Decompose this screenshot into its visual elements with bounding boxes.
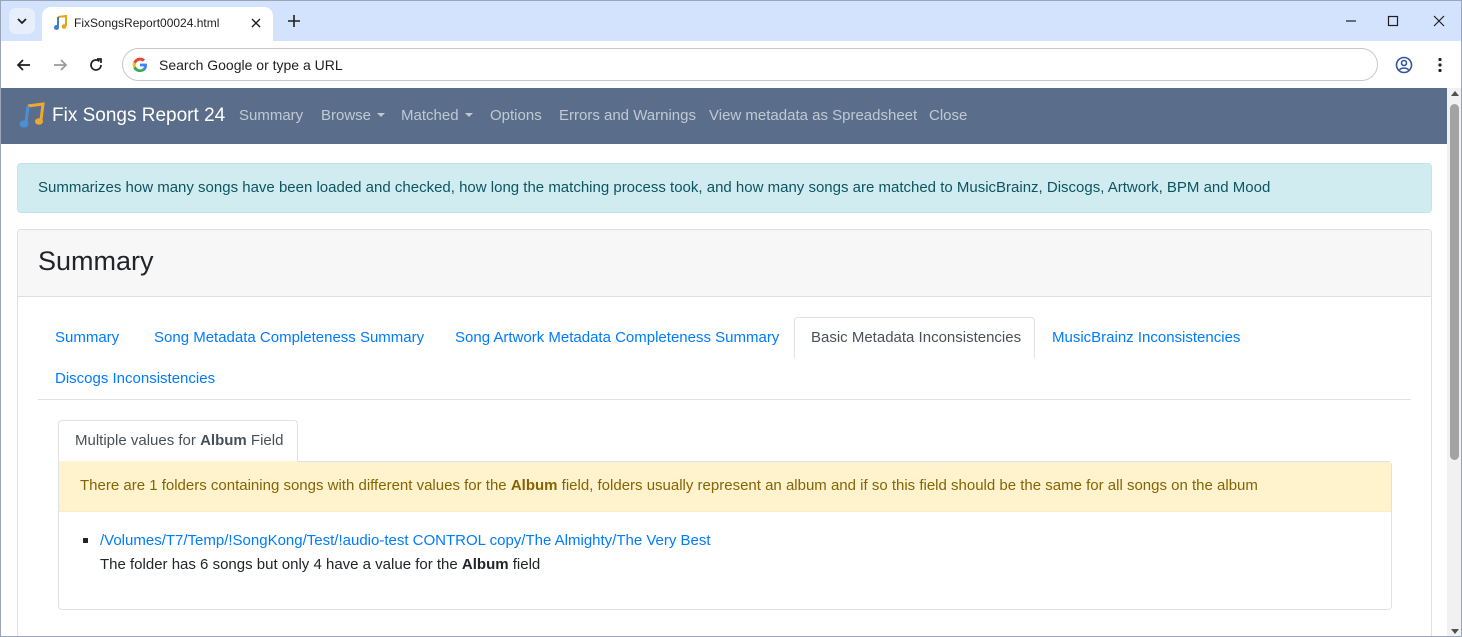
google-icon: [132, 57, 147, 72]
warning-field: Album: [510, 477, 558, 494]
scroll-up-arrow-icon[interactable]: [1451, 91, 1459, 96]
summary-card: Summary Summary Song Metadata Completene…: [17, 229, 1432, 636]
tab-summary[interactable]: Summary: [55, 328, 119, 348]
music-note-icon: [54, 15, 67, 30]
tab-artwork-metadata-completeness[interactable]: Song Artwork Metadata Completeness Summa…: [455, 328, 779, 348]
scroll-down-arrow-icon[interactable]: [1451, 629, 1459, 634]
folder-description: The folder has 6 songs but only 4 have a…: [100, 553, 711, 577]
folder-desc-field: Album: [461, 556, 509, 573]
inner-tab-prefix: Multiple values for: [75, 432, 201, 449]
tab-strip: FixSongsReport00024.html: [1, 1, 1461, 41]
minimize-icon: [1346, 20, 1356, 22]
page-viewport: Fix Songs Report 24 Summary Browse Match…: [1, 88, 1447, 636]
inner-tab-label: Multiple values for Album Field: [75, 432, 283, 449]
brand[interactable]: Fix Songs Report 24: [18, 102, 225, 130]
bullet-icon: [83, 538, 88, 543]
browser-menu-button[interactable]: [1428, 53, 1452, 77]
more-vertical-icon: [1438, 57, 1442, 73]
card-title: Summary: [38, 246, 154, 276]
plus-icon: [288, 15, 300, 27]
reload-icon: [90, 58, 102, 71]
nav-options-label: Options: [490, 107, 542, 124]
nav-summary[interactable]: Summary: [239, 106, 303, 126]
nav-close-label: Close: [929, 107, 968, 124]
nav-spreadsheet[interactable]: View metadata as Spreadsheet: [709, 106, 917, 126]
arrow-right-icon: [54, 59, 68, 71]
maximize-icon: [1387, 15, 1399, 27]
tab-title: FixSongsReport00024.html: [74, 16, 220, 30]
nav-options[interactable]: Options: [490, 106, 542, 126]
browser-window: FixSongsReport00024.html Search Google o…: [0, 0, 1462, 637]
warning-alert: There are 1 folders containing songs wit…: [59, 462, 1391, 512]
account-icon: [1395, 56, 1413, 74]
caret-down-icon: [464, 113, 473, 117]
chevron-down-icon: [17, 18, 27, 25]
info-alert: Summarizes how many songs have been load…: [17, 163, 1432, 213]
folder-desc-prefix: The folder has 6 songs but only 4 have a…: [100, 556, 462, 573]
close-window-button[interactable]: [1427, 9, 1451, 33]
back-button[interactable]: [12, 53, 36, 77]
profile-button[interactable]: [1392, 53, 1416, 77]
folder-list: /Volumes/T7/Temp/!SongKong/Test/!audio-t…: [81, 529, 711, 577]
app-navbar: Fix Songs Report 24 Summary Browse Match…: [1, 88, 1447, 144]
brand-title: Fix Songs Report 24: [52, 105, 226, 126]
address-bar[interactable]: [122, 48, 1378, 81]
close-icon: [1433, 15, 1445, 27]
tab-basic-metadata-inconsistencies[interactable]: Basic Metadata Inconsistencies: [794, 317, 1035, 359]
music-note-logo-icon: [19, 102, 45, 128]
close-tab-button[interactable]: [247, 14, 265, 32]
folder-desc-suffix: field: [508, 556, 541, 573]
nav-matched-label: Matched: [401, 107, 459, 124]
nav-errors-warnings[interactable]: Errors and Warnings: [559, 106, 696, 126]
tab-discogs-inconsistencies[interactable]: Discogs Inconsistencies: [55, 369, 215, 389]
warning-suffix: field, folders usually represent an albu…: [557, 477, 1258, 494]
reload-button[interactable]: [84, 53, 108, 77]
nav-matched-dropdown[interactable]: Matched: [401, 106, 473, 126]
scrollbar-thumb[interactable]: [1450, 104, 1459, 460]
new-tab-button[interactable]: [282, 9, 306, 33]
nav-errors-warnings-label: Errors and Warnings: [559, 107, 696, 124]
list-item: /Volumes/T7/Temp/!SongKong/Test/!audio-t…: [81, 529, 711, 577]
minimize-button[interactable]: [1339, 9, 1363, 33]
close-icon: [251, 18, 261, 28]
omnibox-input[interactable]: [159, 55, 1259, 75]
tab-song-metadata-completeness[interactable]: Song Metadata Completeness Summary: [154, 328, 424, 348]
tab-multiple-values-album[interactable]: Multiple values for Album Field: [58, 420, 298, 462]
tab-search-button[interactable]: [9, 8, 35, 34]
tab-musicbrainz-inconsistencies[interactable]: MusicBrainz Inconsistencies: [1052, 328, 1240, 348]
caret-down-icon: [377, 113, 386, 117]
nav-browse-label: Browse: [321, 107, 372, 124]
nav-close[interactable]: Close: [929, 106, 967, 126]
page-scrollbar[interactable]: [1447, 88, 1461, 636]
folder-link[interactable]: /Volumes/T7/Temp/!SongKong/Test/!audio-t…: [100, 529, 711, 553]
nav-spreadsheet-label: View metadata as Spreadsheet: [709, 107, 918, 124]
inner-tab-pane: There are 1 folders containing songs wit…: [58, 461, 1392, 610]
nav-browse-dropdown[interactable]: Browse: [321, 106, 386, 126]
tabs-divider: [38, 399, 1411, 400]
browser-toolbar: [1, 41, 1461, 88]
maximize-button[interactable]: [1381, 9, 1405, 33]
nav-summary-label: Summary: [239, 107, 304, 124]
inner-tab-field: Album: [200, 432, 247, 449]
inner-tab-suffix: Field: [246, 432, 284, 449]
arrow-left-icon: [16, 59, 30, 71]
forward-button[interactable]: [48, 53, 72, 77]
tab-basic-metadata-inconsistencies-label: Basic Metadata Inconsistencies: [811, 329, 1022, 346]
warning-prefix: There are 1 folders containing songs wit…: [80, 477, 511, 494]
card-header: Summary: [18, 230, 1431, 297]
browser-tab[interactable]: FixSongsReport00024.html: [42, 7, 273, 41]
